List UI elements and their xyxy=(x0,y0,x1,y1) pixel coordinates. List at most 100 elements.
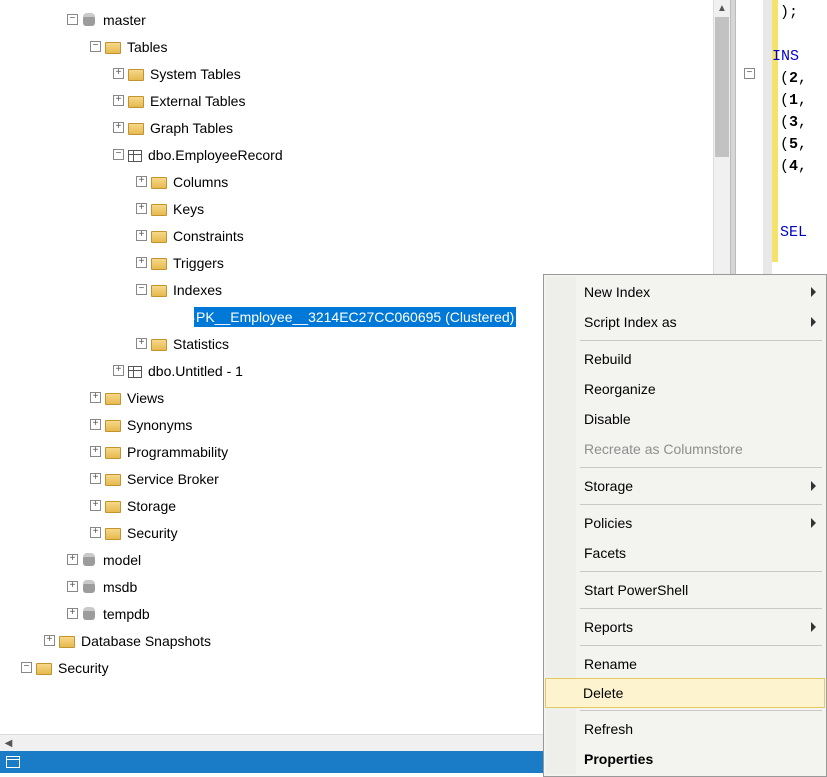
code-line: (2, xyxy=(780,70,807,92)
folder-icon xyxy=(128,96,144,108)
expand-icon[interactable]: + xyxy=(136,338,147,349)
tree-node-tables[interactable]: − Tables xyxy=(0,33,730,60)
submenu-arrow-icon xyxy=(811,287,816,297)
menu-policies[interactable]: Policies xyxy=(546,508,824,538)
menu-facets[interactable]: Facets xyxy=(546,538,824,568)
code-line: SEL xyxy=(780,224,807,246)
submenu-arrow-icon xyxy=(811,481,816,491)
tree-label: dbo.EmployeeRecord xyxy=(146,145,285,165)
tree-node-master[interactable]: − master xyxy=(0,6,730,33)
tree-node-keys[interactable]: + Keys xyxy=(0,195,730,222)
folder-icon xyxy=(59,636,75,648)
expand-icon[interactable]: + xyxy=(67,554,78,565)
expand-icon[interactable]: + xyxy=(113,95,124,106)
tree-label: tempdb xyxy=(101,604,152,624)
expand-icon[interactable]: + xyxy=(113,68,124,79)
folder-icon xyxy=(105,393,121,405)
expand-icon[interactable]: + xyxy=(90,527,101,538)
tree-label: Indexes xyxy=(171,280,224,300)
expand-icon[interactable]: + xyxy=(136,203,147,214)
menu-label: Rebuild xyxy=(584,351,631,367)
tree-label: Keys xyxy=(171,199,206,219)
folder-icon xyxy=(105,528,121,540)
tree-label: System Tables xyxy=(148,64,243,84)
tree-label: Statistics xyxy=(171,334,231,354)
expand-icon[interactable]: + xyxy=(90,419,101,430)
expand-icon[interactable]: + xyxy=(136,176,147,187)
tree-label: Tables xyxy=(125,37,169,57)
expand-icon[interactable]: + xyxy=(67,581,78,592)
no-expander xyxy=(159,311,170,322)
scroll-left-arrow[interactable]: ◀ xyxy=(0,735,17,752)
expand-icon[interactable]: + xyxy=(90,392,101,403)
folder-icon xyxy=(151,204,167,216)
tree-label: Columns xyxy=(171,172,230,192)
folder-icon xyxy=(151,285,167,297)
menu-label: Start PowerShell xyxy=(584,582,688,598)
menu-label: New Index xyxy=(584,284,650,300)
menu-rebuild[interactable]: Rebuild xyxy=(546,344,824,374)
database-icon xyxy=(83,580,95,593)
expand-icon[interactable]: + xyxy=(113,365,124,376)
scroll-thumb[interactable] xyxy=(715,17,729,157)
menu-start-powershell[interactable]: Start PowerShell xyxy=(546,575,824,605)
menu-disable[interactable]: Disable xyxy=(546,404,824,434)
tree-node-system-tables[interactable]: + System Tables xyxy=(0,60,730,87)
tree-label: Database Snapshots xyxy=(79,631,213,651)
fold-minus-icon[interactable]: − xyxy=(744,68,755,79)
menu-delete[interactable]: Delete xyxy=(545,678,825,708)
collapse-icon[interactable]: − xyxy=(67,14,78,25)
expand-icon[interactable]: + xyxy=(90,446,101,457)
window-icon xyxy=(6,756,20,768)
menu-new-index[interactable]: New Index xyxy=(546,277,824,307)
scroll-up-arrow[interactable]: ▲ xyxy=(714,0,730,17)
tree-node-graph-tables[interactable]: + Graph Tables xyxy=(0,114,730,141)
collapse-icon[interactable]: − xyxy=(90,41,101,52)
tree-label: dbo.Untitled - 1 xyxy=(146,361,245,381)
expand-icon[interactable]: + xyxy=(67,608,78,619)
menu-script-index-as[interactable]: Script Index as xyxy=(546,307,824,337)
tree-node-triggers[interactable]: + Triggers xyxy=(0,249,730,276)
expand-icon[interactable]: + xyxy=(136,257,147,268)
menu-storage[interactable]: Storage xyxy=(546,471,824,501)
tree-node-columns[interactable]: + Columns xyxy=(0,168,730,195)
folder-icon xyxy=(151,258,167,270)
code-line xyxy=(780,180,807,202)
database-icon xyxy=(83,13,95,26)
collapse-icon[interactable]: − xyxy=(136,284,147,295)
tree-label: Storage xyxy=(125,496,178,516)
tree-node-employee-record[interactable]: − dbo.EmployeeRecord xyxy=(0,141,730,168)
expand-icon[interactable]: + xyxy=(136,230,147,241)
code-line: ); xyxy=(780,4,807,26)
folder-icon xyxy=(105,42,121,54)
tree-node-constraints[interactable]: + Constraints xyxy=(0,222,730,249)
expand-icon[interactable]: + xyxy=(113,122,124,133)
tree-node-external-tables[interactable]: + External Tables xyxy=(0,87,730,114)
tree-label: msdb xyxy=(101,577,139,597)
menu-label: Facets xyxy=(584,545,626,561)
menu-refresh[interactable]: Refresh xyxy=(546,714,824,744)
menu-rename[interactable]: Rename xyxy=(546,649,824,679)
menu-label: Delete xyxy=(583,685,623,701)
tree-label: master xyxy=(101,10,148,30)
expand-icon[interactable]: + xyxy=(44,635,55,646)
menu-reports[interactable]: Reports xyxy=(546,612,824,642)
collapse-icon[interactable]: − xyxy=(113,149,124,160)
context-menu: New Index Script Index as Rebuild Reorga… xyxy=(543,274,827,777)
menu-reorganize[interactable]: Reorganize xyxy=(546,374,824,404)
expand-icon[interactable]: + xyxy=(90,473,101,484)
folder-icon xyxy=(151,339,167,351)
menu-label: Policies xyxy=(584,515,632,531)
expand-icon[interactable]: + xyxy=(90,500,101,511)
tree-label: Service Broker xyxy=(125,469,221,489)
folder-icon xyxy=(128,123,144,135)
tree-label: model xyxy=(101,550,143,570)
change-marker xyxy=(772,0,778,262)
collapse-icon[interactable]: − xyxy=(21,662,32,673)
menu-label: Disable xyxy=(584,411,631,427)
menu-properties[interactable]: Properties xyxy=(546,744,824,774)
menu-label: Reports xyxy=(584,619,633,635)
menu-separator xyxy=(580,467,822,468)
code-line: (5, xyxy=(780,136,807,158)
menu-label: Refresh xyxy=(584,721,633,737)
